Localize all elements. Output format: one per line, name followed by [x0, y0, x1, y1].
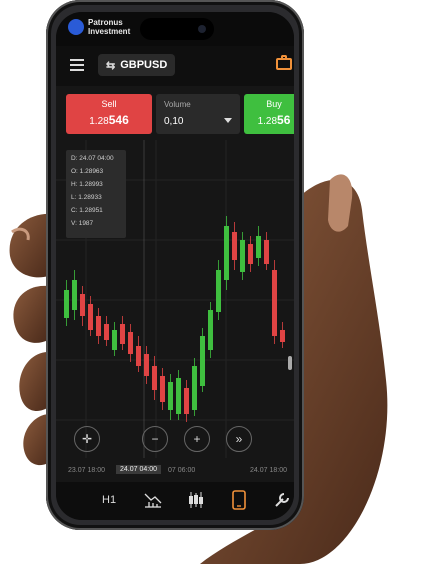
candle-body [88, 304, 93, 330]
candle-body [272, 270, 277, 336]
candle-body [264, 240, 269, 264]
candle-body [232, 232, 237, 260]
briefcase-icon [276, 55, 292, 70]
zoom-out-button[interactable]: − [142, 426, 168, 452]
candle-body [64, 290, 69, 318]
app-screen: Patronus Investment ⇆ GBPUSD Sell 1.2854… [56, 12, 294, 520]
ohlc-high: H: 1.28993 [71, 181, 103, 188]
indicators-icon[interactable] [144, 492, 162, 508]
chart-type-icon[interactable] [188, 491, 204, 509]
candle-body [72, 280, 77, 310]
candle-body [280, 330, 285, 342]
candle-body [216, 270, 221, 312]
ohlc-low: L: 1.28933 [71, 194, 102, 201]
portfolio-button[interactable] [268, 46, 292, 86]
symbol-label: GBPUSD [120, 59, 168, 71]
candlestick-chart[interactable]: D: 24.07 04:00 O: 1.28963 H: 1.28993 L: … [56, 140, 294, 458]
ohlc-close: C: 1.28951 [71, 207, 103, 214]
time-axis: 23.07 18:00 24.07 04:00 07 06:00 24.07 1… [56, 464, 294, 478]
candle-body [104, 324, 109, 340]
crosshair-icon: ✛ [81, 432, 93, 446]
candle-body [120, 324, 125, 344]
minus-icon: − [151, 432, 159, 446]
swap-icon: ⇆ [106, 59, 116, 72]
status-bar: Patronus Investment [56, 12, 294, 46]
top-toolbar: ⇆ GBPUSD [56, 46, 294, 86]
candle-body [200, 336, 205, 386]
candle-body [256, 236, 261, 258]
time-label-active: 24.07 04:00 [116, 465, 161, 474]
candle-body [136, 346, 141, 366]
sell-label: Sell [101, 99, 117, 109]
candle-body [224, 226, 229, 280]
volume-selector[interactable]: Volume 0,10 [156, 94, 240, 134]
sell-price-main: 546 [108, 113, 129, 127]
symbol-selector[interactable]: ⇆ GBPUSD [98, 54, 176, 76]
volume-value: 0,10 [164, 116, 184, 127]
candle-body [248, 244, 253, 264]
candle-body [208, 310, 213, 350]
buy-price-prefix: 1.28 [257, 116, 278, 127]
candle-body [80, 294, 85, 316]
candle-body [192, 366, 197, 410]
candle-body [184, 388, 189, 414]
scroll-forward-button[interactable]: » [226, 426, 252, 452]
sell-price-prefix: 1.28 [89, 116, 109, 127]
ohlc-tooltip: D: 24.07 04:00 O: 1.28963 H: 1.28993 L: … [66, 150, 126, 238]
candle-body [112, 330, 117, 350]
crosshair-button[interactable]: ✛ [74, 426, 100, 452]
candle-body [160, 376, 165, 402]
double-chevron-right-icon: » [235, 432, 243, 446]
candle-body [176, 378, 181, 414]
hamburger-menu-icon[interactable] [70, 59, 84, 71]
brand-logo-icon [68, 19, 84, 35]
candle-body [128, 332, 133, 354]
zoom-in-button[interactable]: + [184, 426, 210, 452]
volume-label: Volume [164, 100, 191, 109]
ohlc-open: O: 1.28963 [71, 168, 104, 175]
time-label: 23.07 18:00 [68, 467, 105, 474]
trade-panel: Sell 1.28546 Volume 0,10 Buy 1.2856 [66, 94, 294, 134]
candle-body [168, 382, 173, 410]
candle-body [152, 366, 157, 390]
candle-body [96, 316, 101, 336]
plus-icon: + [193, 432, 201, 446]
candle-body [144, 354, 149, 376]
timeframe-button[interactable]: H1 [102, 494, 116, 506]
time-label: 07 06:00 [168, 467, 196, 474]
buy-label: Buy [266, 99, 282, 109]
ohlc-date: D: 24.07 04:00 [71, 155, 114, 162]
camera-icon [198, 25, 206, 33]
time-label: 24.07 18:00 [250, 467, 287, 474]
price-scale-handle[interactable] [288, 356, 292, 370]
sell-button[interactable]: Sell 1.28546 [66, 94, 152, 134]
buy-price-main: 56 [277, 113, 291, 127]
candle-body [240, 240, 245, 272]
caret-down-icon [224, 118, 232, 123]
mobile-trade-icon[interactable] [232, 490, 246, 510]
dynamic-island [140, 18, 214, 40]
buy-button[interactable]: Buy 1.2856 [244, 94, 294, 134]
settings-wrench-icon[interactable] [274, 492, 290, 508]
ohlc-volume: V: 1987 [71, 220, 94, 227]
bottom-toolbar: H1 [56, 482, 294, 520]
